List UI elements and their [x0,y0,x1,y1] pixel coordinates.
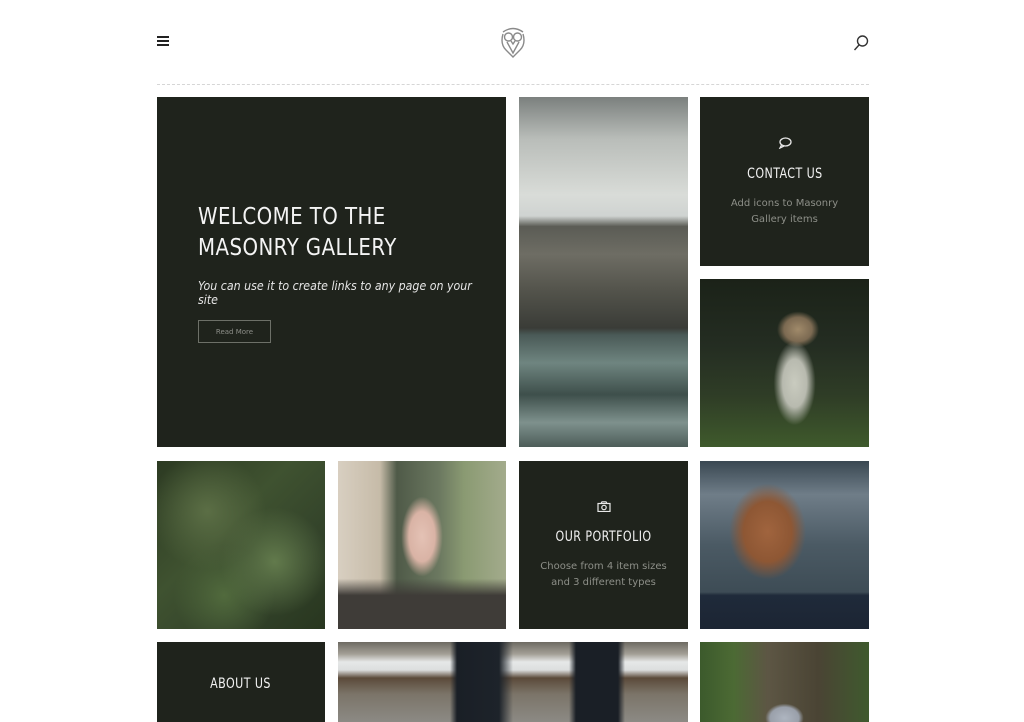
owl-logo-icon[interactable] [499,26,527,58]
contact-us-description: Add icons to Masonry Gallery items [730,197,839,225]
our-portfolio-tile[interactable]: OUR PORTFOLIO Choose from 4 item sizes a… [519,461,688,629]
site-header [157,0,869,85]
photo-tile-stone-wall[interactable] [700,642,869,722]
our-portfolio-description: Choose from 4 item sizes and 3 different… [540,561,667,588]
chat-bubble-icon [778,136,792,154]
photo-tile-forest-woman[interactable] [700,279,869,447]
search-icon[interactable] [853,34,869,52]
read-more-button[interactable]: Read More [198,320,271,343]
about-us-title: ABOUT US [210,676,272,692]
hero-tile[interactable]: WELCOME TO THE MASONRY GALLERY You can u… [157,97,506,447]
photo-tile-legs-snow[interactable] [338,642,688,722]
hamburger-menu-icon[interactable] [157,36,169,47]
contact-us-title: CONTACT US [746,165,823,182]
photo-tile-cliff[interactable] [519,97,688,447]
about-us-tile[interactable]: ABOUT US [157,642,325,722]
camera-icon [596,499,611,517]
photo-tile-braided-hair[interactable] [700,461,869,629]
photo-tile-girl-van[interactable] [338,461,506,629]
our-portfolio-title: OUR PORTFOLIO [555,529,652,545]
hero-title: WELCOME TO THE MASONRY GALLERY [198,204,397,261]
photo-tile-pine[interactable] [157,461,325,629]
contact-us-tile[interactable]: CONTACT US Add icons to Masonry Gallery … [700,97,869,266]
hero-subtitle: You can use it to create links to any pa… [198,279,472,307]
